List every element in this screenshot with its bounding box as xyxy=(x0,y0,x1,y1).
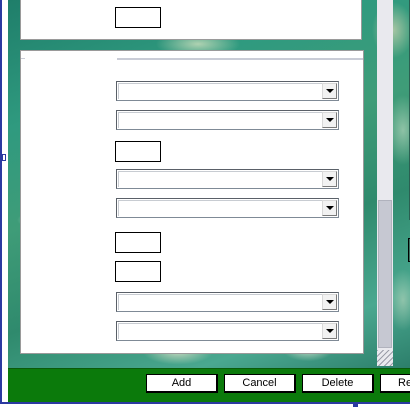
delete-button[interactable]: Delete xyxy=(302,374,374,393)
dropdown-select[interactable] xyxy=(116,321,339,341)
section-divider xyxy=(21,58,25,59)
dropdown-button[interactable] xyxy=(322,83,337,99)
chevron-down-icon xyxy=(325,206,334,210)
text-field[interactable] xyxy=(115,7,161,28)
scrollbar-thumb[interactable] xyxy=(378,200,392,348)
chevron-down-icon xyxy=(325,300,334,304)
dropdown-select[interactable] xyxy=(116,198,339,218)
dropdown-select[interactable] xyxy=(116,169,339,189)
dropdown-button[interactable] xyxy=(322,294,337,310)
dropdown-button[interactable] xyxy=(322,323,337,339)
dropdown-button[interactable] xyxy=(322,171,337,187)
chevron-down-icon xyxy=(325,177,334,181)
dropdown-button[interactable] xyxy=(322,200,337,216)
add-button[interactable]: Add xyxy=(146,374,218,393)
chevron-down-icon xyxy=(325,329,334,333)
dropdown-select[interactable] xyxy=(116,292,339,312)
text-field[interactable] xyxy=(115,141,161,162)
chevron-down-icon xyxy=(325,118,334,122)
form-panel-top xyxy=(20,0,362,40)
section-divider xyxy=(117,58,363,60)
dropdown-select[interactable] xyxy=(116,110,339,130)
vertical-scrollbar[interactable] xyxy=(377,0,393,366)
dropdown-button[interactable] xyxy=(322,112,337,128)
form-panel-main xyxy=(20,50,364,354)
dropdown-select[interactable] xyxy=(116,81,339,101)
toolbar-button-partial[interactable]: Re xyxy=(380,374,410,393)
chevron-down-icon xyxy=(325,89,334,93)
text-field[interactable] xyxy=(115,261,161,282)
resize-handle[interactable] xyxy=(2,154,6,161)
resize-handle[interactable] xyxy=(353,402,358,407)
cancel-button[interactable]: Cancel xyxy=(224,374,296,393)
button-bar: Add Cancel Delete Re xyxy=(8,368,410,402)
text-field[interactable] xyxy=(115,232,161,253)
resize-grip-icon[interactable] xyxy=(377,350,393,366)
app-frame: Add Cancel Delete Re xyxy=(0,0,410,404)
